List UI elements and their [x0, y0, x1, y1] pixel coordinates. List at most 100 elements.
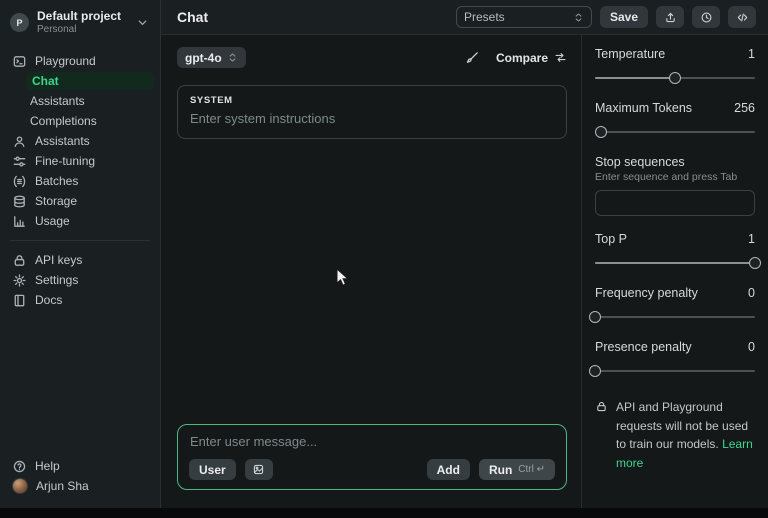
- slider-thumb[interactable]: [589, 311, 601, 323]
- assistants-icon: [12, 134, 27, 149]
- presets-label: Presets: [464, 10, 505, 24]
- system-placeholder: Enter system instructions: [190, 111, 554, 126]
- app-window: P Default project Personal Playground Ch…: [0, 0, 768, 508]
- storage-icon: [12, 194, 27, 209]
- upload-icon: [664, 11, 677, 24]
- maximum-tokens-label: Maximum Tokens: [595, 101, 692, 115]
- frequency-penalty-value: 0: [748, 286, 755, 300]
- stop-sequences-group: Stop sequences Enter sequence and press …: [595, 155, 755, 216]
- save-button[interactable]: Save: [600, 6, 648, 28]
- sidebar-item-chat[interactable]: Chat: [26, 72, 154, 90]
- run-button[interactable]: Run Ctrl ↵: [479, 459, 555, 480]
- sidebar-item-label: Settings: [35, 273, 78, 287]
- image-icon: [252, 463, 265, 476]
- history-icon: [700, 11, 713, 24]
- content: gpt-4o Compare: [161, 35, 768, 508]
- role-label: User: [199, 463, 226, 477]
- sidebar-footer: Help Arjun Sha: [0, 456, 160, 496]
- project-avatar: P: [10, 13, 29, 32]
- chat-panel: gpt-4o Compare: [161, 35, 581, 508]
- fine-tuning-icon: [12, 154, 27, 169]
- settings-panel: Temperature 1 Maximum Tokens 256: [581, 35, 768, 508]
- compare-button[interactable]: Compare: [496, 51, 567, 65]
- sidebar-item-label: Batches: [35, 174, 78, 188]
- presence-penalty-slider[interactable]: [595, 365, 755, 377]
- slider-track: [595, 131, 755, 133]
- sidebar-item-label: Fine-tuning: [35, 154, 95, 168]
- window-bottom-edge: [0, 508, 768, 518]
- sidebar-item-fine-tuning[interactable]: Fine-tuning: [0, 151, 160, 171]
- slider-track: [595, 370, 755, 372]
- sidebar-item-api-keys[interactable]: API keys: [0, 250, 160, 270]
- settings-icon: [12, 273, 27, 288]
- sidebar-item-assistants[interactable]: Assistants: [0, 131, 160, 151]
- frequency-penalty-slider[interactable]: [595, 311, 755, 323]
- sidebar: P Default project Personal Playground Ch…: [0, 0, 161, 508]
- share-button[interactable]: [656, 6, 684, 28]
- stop-sequences-hint: Enter sequence and press Tab: [595, 171, 755, 183]
- model-select[interactable]: gpt-4o: [177, 47, 246, 68]
- temperature-value: 1: [748, 47, 755, 61]
- sidebar-item-label: Completions: [30, 114, 97, 128]
- composer-toolbar: User Add Run Ctrl ↵: [189, 459, 555, 480]
- system-message-box[interactable]: SYSTEM Enter system instructions: [177, 85, 567, 139]
- stop-sequences-input[interactable]: [595, 190, 755, 216]
- sidebar-item-label: Assistants: [30, 94, 85, 108]
- sidebar-item-label: Playground: [35, 54, 96, 68]
- sidebar-item-docs[interactable]: Docs: [0, 290, 160, 310]
- clear-conversation-icon[interactable]: [465, 50, 480, 65]
- chevron-down-icon: [135, 15, 150, 30]
- help-icon: [12, 459, 27, 474]
- frequency-penalty-label: Frequency penalty: [595, 286, 698, 300]
- presence-penalty-label: Presence penalty: [595, 340, 692, 354]
- sidebar-item-storage[interactable]: Storage: [0, 191, 160, 211]
- add-label: Add: [437, 463, 460, 477]
- top-p-slider[interactable]: [595, 257, 755, 269]
- presets-select[interactable]: Presets: [456, 6, 592, 28]
- history-button[interactable]: [692, 6, 720, 28]
- sidebar-item-label: Usage: [35, 214, 70, 228]
- sidebar-item-label: Storage: [35, 194, 77, 208]
- top-p-value: 1: [748, 232, 755, 246]
- slider-thumb[interactable]: [595, 126, 607, 138]
- sidebar-item-label: Docs: [35, 293, 62, 307]
- add-message-button[interactable]: Add: [427, 459, 470, 480]
- sidebar-item-help[interactable]: Help: [0, 456, 160, 476]
- lock-icon: [595, 400, 608, 413]
- sidebar-item-batches[interactable]: Batches: [0, 171, 160, 191]
- sidebar-item-assistants-sub[interactable]: Assistants: [0, 91, 160, 111]
- run-label: Run: [489, 463, 512, 477]
- playground-icon: [12, 54, 27, 69]
- sidebar-nav: Playground Chat Assistants Completions A…: [0, 51, 160, 310]
- project-switcher[interactable]: P Default project Personal: [0, 8, 160, 43]
- slider-thumb[interactable]: [589, 365, 601, 377]
- sidebar-item-usage[interactable]: Usage: [0, 211, 160, 231]
- sidebar-item-playground[interactable]: Playground: [0, 51, 160, 71]
- view-code-button[interactable]: [728, 6, 756, 28]
- model-row: gpt-4o Compare: [177, 47, 567, 68]
- attach-image-button[interactable]: [245, 459, 273, 480]
- maximum-tokens-slider[interactable]: [595, 126, 755, 138]
- sidebar-item-account[interactable]: Arjun Sha: [0, 476, 160, 496]
- project-plan: Personal: [37, 24, 121, 36]
- sidebar-item-settings[interactable]: Settings: [0, 270, 160, 290]
- slider-fill: [595, 262, 755, 264]
- main-region: Chat Presets Save: [161, 0, 768, 508]
- temperature-slider[interactable]: [595, 72, 755, 84]
- role-button[interactable]: User: [189, 459, 236, 480]
- updown-chevrons-icon: [573, 12, 584, 23]
- sidebar-item-completions[interactable]: Completions: [0, 111, 160, 131]
- sidebar-divider: [10, 240, 150, 241]
- privacy-notice: API and Playground requests will not be …: [595, 398, 755, 472]
- compare-label: Compare: [496, 51, 548, 65]
- slider-thumb[interactable]: [749, 257, 761, 269]
- run-shortcut: Ctrl ↵: [518, 464, 545, 475]
- user-message-box[interactable]: Enter user message... User Add: [177, 424, 567, 490]
- api-keys-icon: [12, 253, 27, 268]
- user-message-placeholder: Enter user message...: [190, 434, 554, 449]
- sidebar-item-label: Help: [35, 459, 60, 473]
- slider-thumb[interactable]: [669, 72, 681, 84]
- maximum-tokens-group: Maximum Tokens 256: [595, 101, 755, 138]
- sidebar-item-label: API keys: [35, 253, 82, 267]
- slider-fill: [595, 77, 675, 79]
